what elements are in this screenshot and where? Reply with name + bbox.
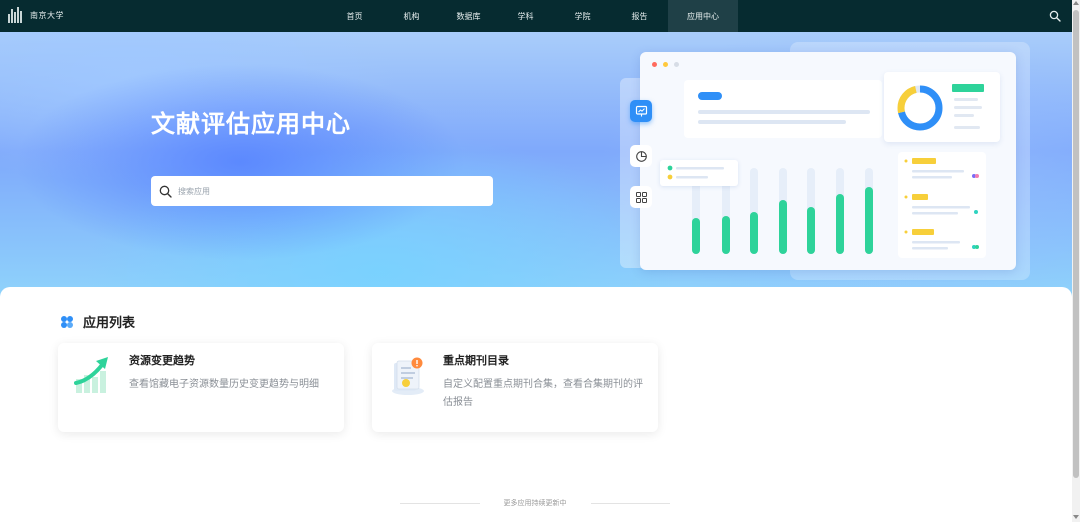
divider-left — [400, 502, 480, 504]
app-list-section: 应用列表 资源变更趋势 查看馆藏电子资源数量历史变更趋势与明细 重点期刊目录 自… — [0, 287, 1072, 522]
scrollbar-thumb[interactable] — [1073, 10, 1079, 478]
nav-item-disciplines[interactable]: 学科 — [497, 0, 554, 32]
search-icon[interactable] — [1049, 10, 1061, 22]
nav-item-home[interactable]: 首页 — [326, 0, 383, 32]
nav-menu: 首页 机构 数据库 学科 学院 报告 应用中心 — [326, 0, 738, 32]
app-card-description: 自定义配置重点期刊合集，查看合集期刊的评估报告 — [443, 379, 643, 408]
scroll-down-arrow-icon[interactable] — [1073, 515, 1079, 519]
more-apps-note: 更多应用持续更新中 — [400, 497, 670, 509]
app-card-key-journals[interactable]: 重点期刊目录 自定义配置重点期刊合集，查看合集期刊的评估报告 — [372, 343, 658, 432]
app-card-title: 重点期刊目录 — [443, 354, 509, 367]
section-header: 应用列表 — [60, 312, 135, 331]
app-card-description: 查看馆藏电子资源数量历史变更趋势与明细 — [129, 379, 319, 390]
nav-item-reports[interactable]: 报告 — [611, 0, 668, 32]
scroll-up-arrow-icon[interactable] — [1073, 1, 1079, 5]
nav-item-institutions[interactable]: 机构 — [383, 0, 440, 32]
page-title: 文献评估应用中心 — [151, 110, 351, 138]
presentation-chart-icon — [630, 100, 652, 122]
section-title: 应用列表 — [83, 316, 136, 331]
trend-arrow-icon — [74, 357, 108, 393]
grid-apps-icon — [630, 186, 652, 208]
brand[interactable]: 南京大学 — [8, 7, 64, 23]
donut-chart-icon — [884, 72, 1000, 142]
university-logo-icon — [8, 7, 24, 23]
illustration-list-card — [898, 152, 986, 258]
nav-item-databases[interactable]: 数据库 — [440, 0, 497, 32]
divider-right — [590, 502, 670, 504]
pie-chart-icon — [630, 145, 652, 167]
app-search-input[interactable] — [178, 186, 478, 196]
dashboard-illustration — [620, 40, 1040, 290]
search-icon — [159, 185, 172, 198]
journal-badge-icon — [392, 357, 424, 395]
app-card-title: 资源变更趋势 — [129, 354, 195, 367]
clover-icon — [61, 315, 73, 328]
nav-item-app-center[interactable]: 应用中心 — [668, 0, 738, 32]
hero-banner: 文献评估应用中心 — [0, 32, 1072, 298]
app-card-resource-trend[interactable]: 资源变更趋势 查看馆藏电子资源数量历史变更趋势与明细 — [58, 343, 344, 432]
brand-name: 南京大学 — [30, 10, 64, 20]
page-scrollbar[interactable] — [1072, 0, 1080, 522]
nav-item-colleges[interactable]: 学院 — [554, 0, 611, 32]
illustration-legend — [660, 160, 738, 186]
app-search-box[interactable] — [151, 176, 493, 206]
top-nav: 南京大学 首页 机构 数据库 学科 学院 报告 应用中心 — [0, 0, 1072, 32]
more-apps-text: 更多应用持续更新中 — [503, 499, 567, 507]
